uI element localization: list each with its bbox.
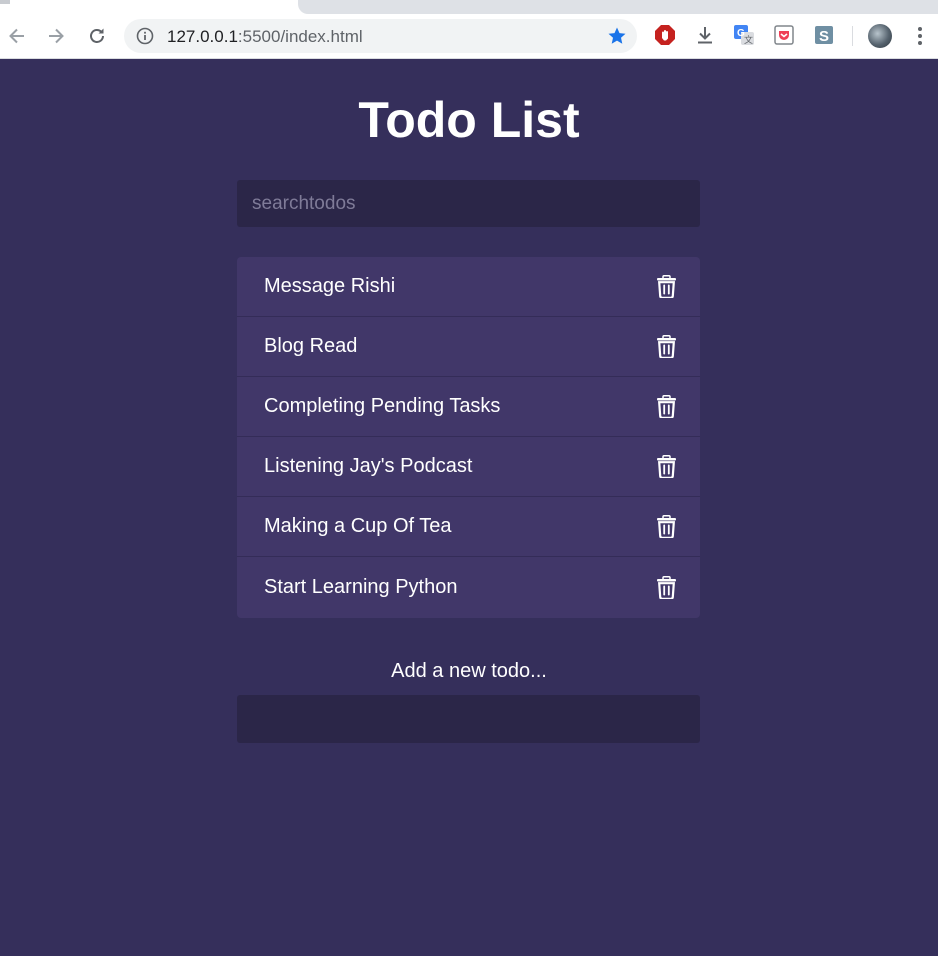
todo-text: Completing Pending Tasks xyxy=(264,395,501,417)
todo-text: Start Learning Python xyxy=(264,576,458,598)
download-icon[interactable] xyxy=(693,23,717,47)
todo-item: Making a Cup Of Tea xyxy=(237,497,700,557)
back-arrow-icon[interactable] xyxy=(4,23,30,49)
add-todo-label: Add a new todo... xyxy=(391,660,547,682)
todo-item: Blog Read xyxy=(237,317,700,377)
s-extension-icon[interactable]: S xyxy=(812,23,836,47)
trash-icon[interactable] xyxy=(656,395,676,419)
url-path: :5500/index.html xyxy=(237,27,363,46)
browser-toolbar: 127.0.0.1:5500/index.html G文 S xyxy=(0,14,938,59)
todo-item: Start Learning Python xyxy=(237,557,700,618)
page-title: Todo List xyxy=(358,92,580,148)
todo-text: Making a Cup Of Tea xyxy=(264,515,452,537)
trash-icon[interactable] xyxy=(656,275,676,299)
trash-icon[interactable] xyxy=(656,576,676,600)
todo-text: Listening Jay's Podcast xyxy=(264,455,473,477)
todo-item: Message Rishi xyxy=(237,257,700,317)
url-host: 127.0.0.1 xyxy=(167,27,238,46)
trash-icon[interactable] xyxy=(656,515,676,539)
todo-item: Listening Jay's Podcast xyxy=(237,437,700,497)
translate-icon[interactable]: G文 xyxy=(732,23,756,47)
avatar[interactable] xyxy=(868,24,892,48)
tab-strip xyxy=(0,0,938,14)
todo-list: Message Rishi Blog Read Completing Pendi… xyxy=(237,257,700,618)
toolbar-separator xyxy=(852,26,853,46)
forward-arrow-icon[interactable] xyxy=(43,23,69,49)
star-icon[interactable] xyxy=(607,26,627,46)
kebab-menu-icon[interactable] xyxy=(910,24,930,48)
reload-icon[interactable] xyxy=(84,23,110,49)
adblock-icon[interactable] xyxy=(653,23,677,47)
pocket-icon[interactable] xyxy=(772,23,796,47)
info-icon[interactable] xyxy=(136,27,154,45)
search-input[interactable] xyxy=(237,180,700,227)
add-todo-input[interactable] xyxy=(237,695,700,743)
svg-text:S: S xyxy=(819,28,829,45)
address-bar[interactable]: 127.0.0.1:5500/index.html xyxy=(124,19,637,53)
tab-corner xyxy=(0,0,10,4)
todo-item: Completing Pending Tasks xyxy=(237,377,700,437)
trash-icon[interactable] xyxy=(656,455,676,479)
tab-strip-background xyxy=(298,0,938,14)
todo-text: Message Rishi xyxy=(264,275,396,297)
trash-icon[interactable] xyxy=(656,335,676,359)
svg-text:文: 文 xyxy=(744,34,753,46)
url-text: 127.0.0.1:5500/index.html xyxy=(167,27,363,46)
todo-text: Blog Read xyxy=(264,335,358,357)
